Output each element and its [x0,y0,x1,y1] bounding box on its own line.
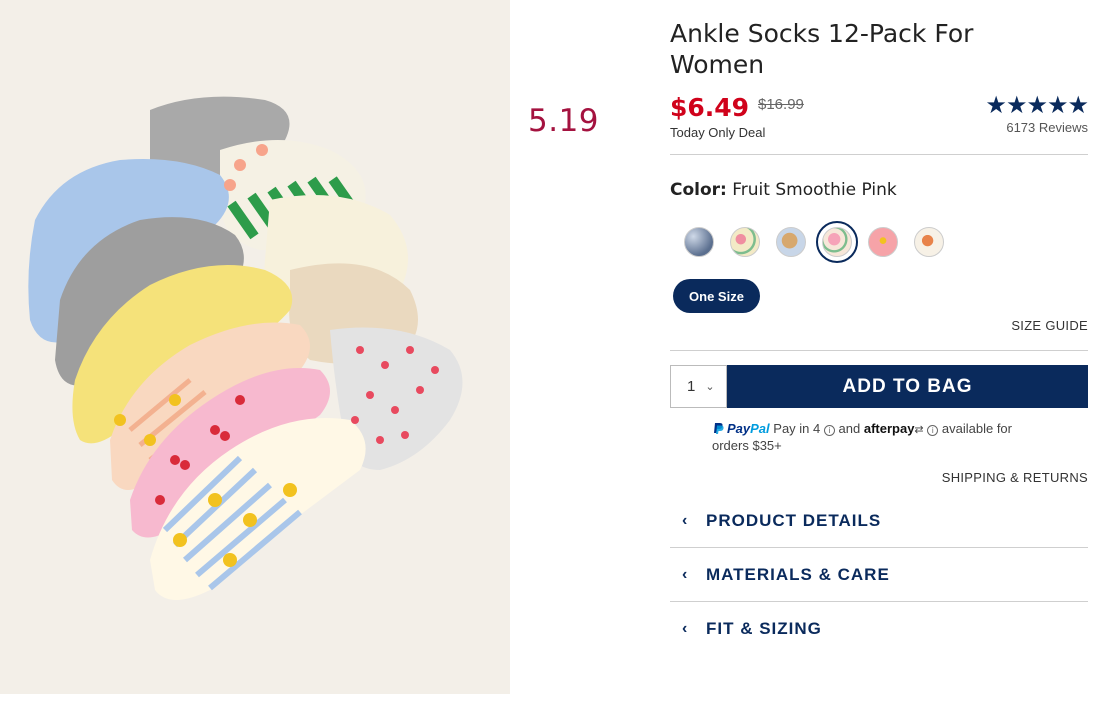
divider [670,350,1088,351]
rating-stars[interactable]: ★★★★★ [985,91,1089,120]
swatch-orange-pattern[interactable] [906,222,952,262]
afterpay-logo: afterpay [863,421,915,436]
info-icon[interactable]: i [823,425,835,436]
product-image[interactable] [0,0,510,694]
shipping-returns-link[interactable]: SHIPPING & RETURNS [942,470,1088,485]
color-value: Fruit Smoothie Pink [732,180,897,200]
accordion-label: PRODUCT DETAILS [706,511,882,530]
divider [670,154,1088,155]
product-title: Ankle Socks 12-Pack For Women [670,19,974,79]
original-price: $16.99 [758,96,804,113]
accordion-product-details[interactable]: ‹ PRODUCT DETAILS [670,494,1088,548]
sale-price: $6.49 [670,93,750,122]
accordion-label: FIT & SIZING [706,619,822,638]
color-swatches [676,221,952,263]
one-size-button[interactable]: One Size [673,279,760,313]
swatch-blue-paisley[interactable] [676,222,722,262]
swatch-floral-yellow[interactable] [722,222,768,262]
accordion-label: MATERIALS & CARE [706,565,890,584]
overlay-number: 5.19 [528,103,600,139]
paypal-afterpay-message: PayPal Pay in 4 i and afterpay⇄ i availa… [712,421,1052,454]
add-to-bag-button[interactable]: ADD TO BAG [727,365,1088,408]
swatch-pink-floral[interactable] [860,222,906,262]
pay-in-4-text: Pay in 4 [773,421,821,436]
chevron-down-icon: ⌄ [705,381,715,393]
chevron-left-icon: ‹ [682,620,688,637]
color-label: Color: [670,180,727,200]
accordion-fit-sizing[interactable]: ‹ FIT & SIZING [670,602,1088,656]
swatch-dog-print[interactable] [768,222,814,262]
socks-photo [0,0,510,694]
chevron-left-icon: ‹ [682,566,688,583]
swatch-fruit-smoothie-pink[interactable] [814,221,860,263]
paypal-logo: PayPal [727,421,770,436]
quantity-value: 1 [687,378,696,395]
quantity-select[interactable]: 1 ⌄ [670,365,727,408]
paypal-icon [714,423,724,434]
reviews-link[interactable]: 6173 Reviews [1006,120,1088,135]
size-guide-link[interactable]: SIZE GUIDE [1011,318,1088,333]
chevron-left-icon: ‹ [682,512,688,529]
color-selection: Color: Fruit Smoothie Pink [670,180,897,200]
afterpay-icon: ⇄ [914,424,924,436]
info-icon[interactable]: i [927,425,939,436]
deal-label: Today Only Deal [670,125,766,140]
and-text: and [838,421,861,436]
accordion-materials-care[interactable]: ‹ MATERIALS & CARE [670,548,1088,602]
